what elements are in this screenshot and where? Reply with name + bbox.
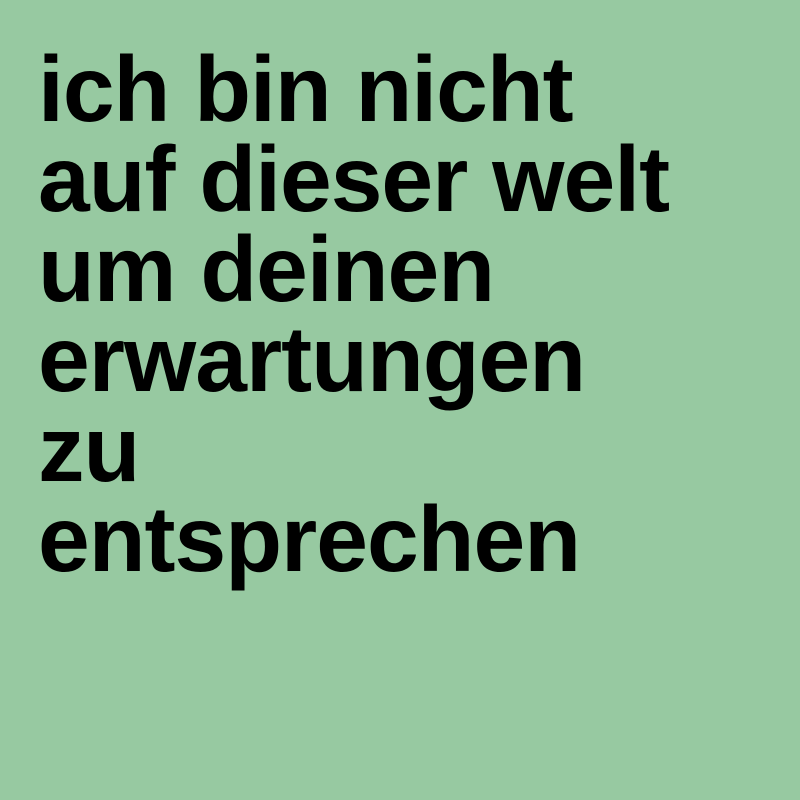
- quote-line-1: ich bin nicht: [38, 37, 574, 141]
- quote-line-3: um deinen: [38, 217, 495, 321]
- quote-card: ich bin nicht auf dieser welt um deinen …: [0, 0, 800, 800]
- quote-line-6: entsprechen: [38, 487, 581, 591]
- quote-line-5: zu: [38, 397, 140, 501]
- quote-text: ich bin nicht auf dieser welt um deinen …: [38, 37, 670, 591]
- quote-line-2: auf dieser welt: [38, 127, 670, 231]
- quote-line-4: erwartungen: [38, 307, 586, 411]
